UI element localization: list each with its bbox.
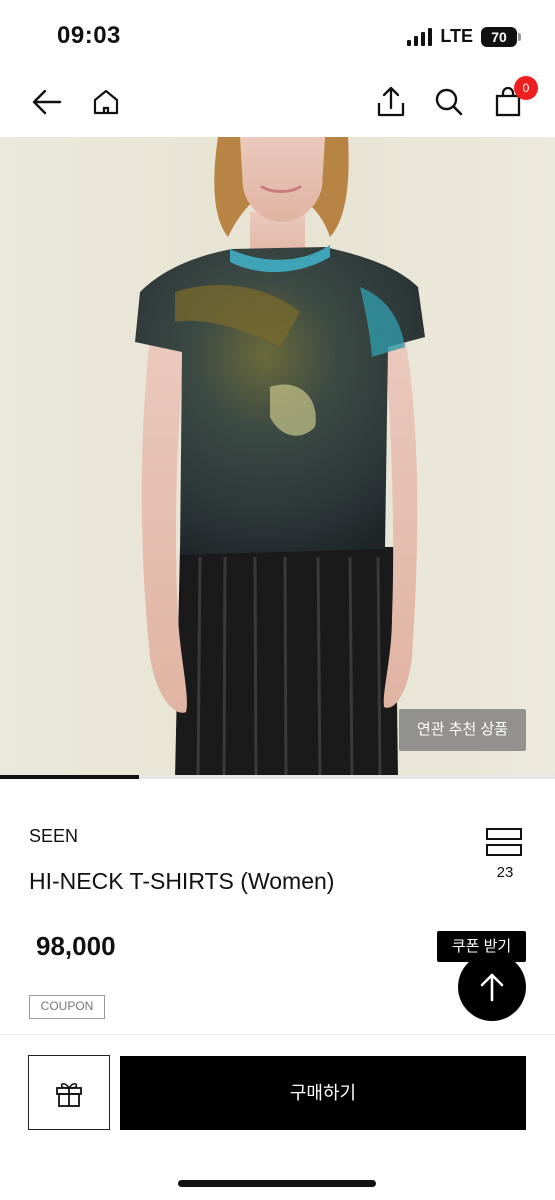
back-arrow-icon bbox=[32, 89, 62, 115]
status-bar: 09:03 LTE 70 bbox=[0, 0, 555, 70]
related-products-button[interactable]: 연관 추천 상품 bbox=[399, 709, 526, 751]
battery-level: 70 bbox=[491, 28, 507, 45]
home-button[interactable] bbox=[88, 84, 124, 120]
gift-button[interactable] bbox=[28, 1055, 110, 1130]
back-button[interactable] bbox=[29, 84, 65, 120]
divider bbox=[0, 1034, 555, 1035]
network-label: LTE bbox=[440, 26, 473, 46]
product-photo bbox=[0, 137, 555, 779]
top-nav-bar: 0 bbox=[0, 70, 555, 136]
status-time: 09:03 bbox=[57, 22, 121, 49]
layout-count: 23 bbox=[496, 864, 514, 881]
status-indicators: LTE 70 bbox=[407, 26, 521, 47]
coupon-badge: COUPON bbox=[29, 995, 105, 1019]
brand-name[interactable]: SEEN bbox=[29, 826, 78, 847]
arrow-up-icon bbox=[480, 973, 504, 1002]
cart-button[interactable]: 0 bbox=[490, 76, 538, 120]
product-title: HI-NECK T-SHIRTS (Women) bbox=[29, 868, 335, 894]
cart-count-badge: 0 bbox=[514, 76, 538, 100]
layout-toggle-button[interactable]: 23 bbox=[486, 828, 524, 886]
battery-icon: 70 bbox=[481, 26, 521, 47]
search-button[interactable] bbox=[431, 84, 467, 120]
search-icon bbox=[435, 88, 463, 116]
share-button[interactable] bbox=[373, 84, 409, 120]
image-progress-bar bbox=[0, 775, 555, 779]
home-icon bbox=[93, 89, 119, 115]
scroll-to-top-button[interactable] bbox=[458, 953, 526, 1021]
gift-icon bbox=[56, 1082, 82, 1107]
layout-toggle-icon bbox=[486, 828, 524, 856]
home-indicator bbox=[178, 1180, 376, 1187]
share-icon bbox=[377, 86, 405, 117]
product-image[interactable]: 연관 추천 상품 bbox=[0, 137, 555, 779]
image-progress-fill bbox=[0, 775, 139, 779]
product-price: 98,000 bbox=[36, 931, 116, 961]
signal-icon bbox=[407, 27, 433, 46]
buy-button[interactable]: 구매하기 bbox=[120, 1056, 526, 1130]
